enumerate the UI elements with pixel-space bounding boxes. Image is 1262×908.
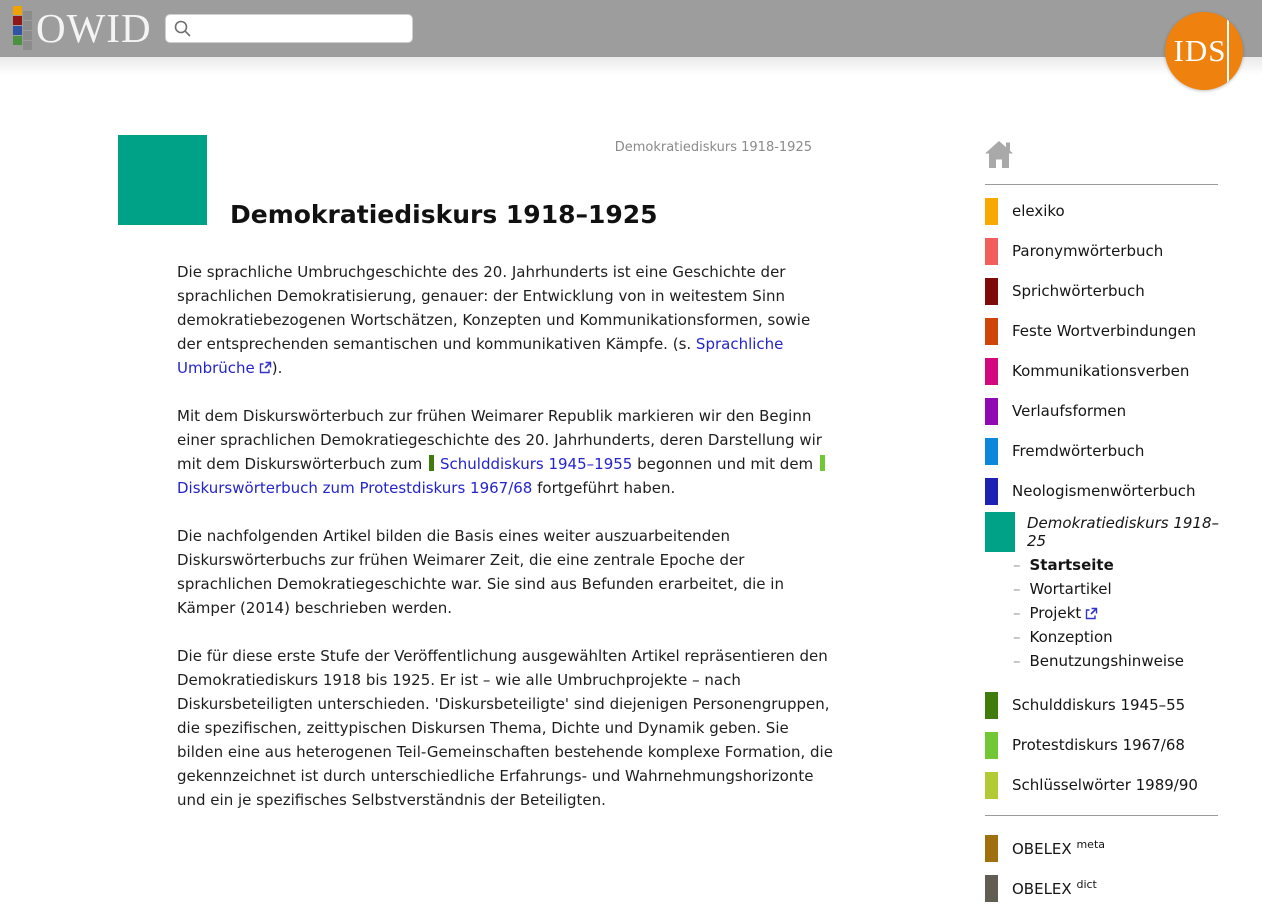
main-content: Demokratiediskurs 1918-1925 Demokratiedi… xyxy=(118,75,830,836)
owid-gray-square xyxy=(23,31,32,40)
subitem-dash: – xyxy=(1013,652,1021,670)
sidebar-subitem-projekt[interactable]: –Projekt xyxy=(1013,601,1225,625)
sidebar-color-square xyxy=(985,278,998,305)
paragraph: Die nachfolgenden Artikel bilden die Bas… xyxy=(177,524,837,620)
sidebar-item-label: Protestdiskurs 1967/68 xyxy=(1012,736,1185,754)
sidebar-item-label: OBELEX meta xyxy=(1012,838,1105,858)
sidebar-item-paronymw-rterbuch[interactable]: Paronymwörterbuch xyxy=(985,231,1225,271)
sidebar-subitem-startseite[interactable]: –Startseite xyxy=(1013,553,1225,577)
owid-color-square xyxy=(13,6,22,15)
owid-gray-square xyxy=(23,11,32,20)
page-title: Demokratiediskurs 1918–1925 xyxy=(230,200,830,229)
sidebar-subitem-label: Startseite xyxy=(1030,556,1114,574)
home-icon[interactable] xyxy=(985,141,1013,172)
sidebar-item-verlaufsformen[interactable]: Verlaufsformen xyxy=(985,391,1225,431)
sidebar-item-label: elexiko xyxy=(1012,202,1065,220)
sidebar-color-square xyxy=(985,438,998,465)
sidebar-item-label: Sprichwörterbuch xyxy=(1012,282,1145,300)
owid-color-square xyxy=(13,26,22,35)
sidebar: elexiko Paronymwörterbuch Sprichwörterbuch… xyxy=(985,75,1225,908)
breadcrumb: Demokratiediskurs 1918-1925 xyxy=(230,135,830,155)
sidebar-item-kommunikationsverben[interactable]: Kommunikationsverben xyxy=(985,351,1225,391)
top-header: OWID xyxy=(0,0,1262,57)
external-link-icon xyxy=(1085,607,1098,620)
paragraph: Die sprachliche Umbruchgeschichte des 20… xyxy=(177,260,837,380)
sidebar-item-label: Feste Wortverbindungen xyxy=(1012,322,1196,340)
sidebar-color-square xyxy=(985,358,998,385)
sidebar-subitem-wortartikel[interactable]: –Wortartikel xyxy=(1013,577,1225,601)
sidebar-item-label: Fremdwörterbuch xyxy=(1012,442,1144,460)
sidebar-color-square xyxy=(985,692,998,719)
owid-color-square xyxy=(13,36,22,45)
sidebar-item-label: OBELEX dict xyxy=(1012,878,1097,898)
paragraph: Die für diese erste Stufe der Veröffentl… xyxy=(177,644,837,812)
sidebar-divider xyxy=(985,815,1218,816)
subitem-dash: – xyxy=(1013,628,1021,646)
sidebar-item-protestdiskurs-1967-68[interactable]: Protestdiskurs 1967/68 xyxy=(985,725,1225,765)
owid-color-square xyxy=(13,16,22,25)
sidebar-item-obelexdict[interactable]: OBELEX dict xyxy=(985,868,1225,908)
sidebar-color-square xyxy=(985,772,998,799)
sidebar-item-label: Schulddiskurs 1945–55 xyxy=(1012,696,1185,714)
sidebar-color-square xyxy=(985,875,998,902)
ids-logo-line xyxy=(1227,12,1229,90)
sidebar-item-label: Demokratiediskurs 1918–25 xyxy=(1027,514,1225,550)
link-color-marker xyxy=(429,455,434,471)
inline-link-sprachliche-umbr-che[interactable]: Sprachliche Umbrüche xyxy=(177,335,783,377)
sidebar-color-square xyxy=(985,732,998,759)
sidebar-item-label: Verlaufsformen xyxy=(1012,402,1126,420)
paragraph: Mit dem Diskurswörterbuch zur frühen Wei… xyxy=(177,404,837,500)
sidebar-item-label: Neologismenwörterbuch xyxy=(1012,482,1196,500)
ids-logo[interactable]: IDS xyxy=(1165,12,1243,90)
search-input[interactable] xyxy=(165,14,413,43)
sidebar-sub-list: –Startseite–Wortartikel–Projekt –Konzept… xyxy=(1013,553,1225,673)
owid-gray-square xyxy=(23,21,32,30)
sidebar-color-square xyxy=(985,512,1015,552)
subitem-dash: – xyxy=(1013,580,1021,598)
link-color-marker xyxy=(820,455,825,471)
owid-logo[interactable]: OWID xyxy=(13,0,152,57)
header-shadow xyxy=(0,57,1262,75)
sidebar-subitem-benutzungshinweise[interactable]: –Benutzungshinweise xyxy=(1013,649,1225,673)
sidebar-item-elexiko[interactable]: elexiko xyxy=(985,191,1225,231)
sidebar-color-square xyxy=(985,835,998,862)
sidebar-item-schulddiskurs-1945-55[interactable]: Schulddiskurs 1945–55 xyxy=(985,685,1225,725)
ids-logo-text: IDS xyxy=(1174,33,1227,69)
sidebar-top-divider xyxy=(985,184,1218,185)
sidebar-item-obelexmeta[interactable]: OBELEX meta xyxy=(985,828,1225,868)
sidebar-color-square xyxy=(985,198,998,225)
owid-logo-text: OWID xyxy=(36,0,152,57)
sidebar-item-neologismenw-rterbuch[interactable]: Neologismenwörterbuch xyxy=(985,471,1225,511)
sidebar-item-feste-wortverbindungen[interactable]: Feste Wortverbindungen xyxy=(985,311,1225,351)
search-box xyxy=(165,14,413,43)
inline-link-schulddiskurs-1945-1955[interactable]: Schulddiskurs 1945–1955 xyxy=(427,455,632,473)
sidebar-subitem-label: Projekt xyxy=(1030,604,1082,622)
sidebar-item-demokratiediskurs-1918-25[interactable]: Demokratiediskurs 1918–25 xyxy=(985,511,1225,553)
sidebar-subitem-label: Benutzungshinweise xyxy=(1030,652,1185,670)
external-link-icon xyxy=(259,361,272,374)
article-body: Die sprachliche Umbruchgeschichte des 20… xyxy=(177,260,837,812)
sidebar-color-square xyxy=(985,318,998,345)
sidebar-color-square xyxy=(985,238,998,265)
sidebar-item-sprichw-rterbuch[interactable]: Sprichwörterbuch xyxy=(985,271,1225,311)
sidebar-color-square xyxy=(985,478,998,505)
sidebar-nav: elexiko Paronymwörterbuch Sprichwörterbuch… xyxy=(985,191,1225,908)
owid-logo-squares xyxy=(13,6,33,56)
sidebar-item-fremdw-rterbuch[interactable]: Fremdwörterbuch xyxy=(985,431,1225,471)
sidebar-item-label: Kommunikationsverben xyxy=(1012,362,1189,380)
sidebar-item-schl-sselw-rter-1989-90[interactable]: Schlüsselwörter 1989/90 xyxy=(985,765,1225,805)
sidebar-subitem-label: Wortartikel xyxy=(1030,580,1112,598)
subitem-dash: – xyxy=(1013,556,1021,574)
sidebar-item-label: Paronymwörterbuch xyxy=(1012,242,1163,260)
owid-gray-square xyxy=(23,41,32,50)
sidebar-color-square xyxy=(985,398,998,425)
sidebar-subitem-konzeption[interactable]: –Konzeption xyxy=(1013,625,1225,649)
section-color-block xyxy=(118,135,207,225)
subitem-dash: – xyxy=(1013,604,1021,622)
sidebar-subitem-label: Konzeption xyxy=(1030,628,1113,646)
sidebar-item-label: Schlüsselwörter 1989/90 xyxy=(1012,776,1198,794)
